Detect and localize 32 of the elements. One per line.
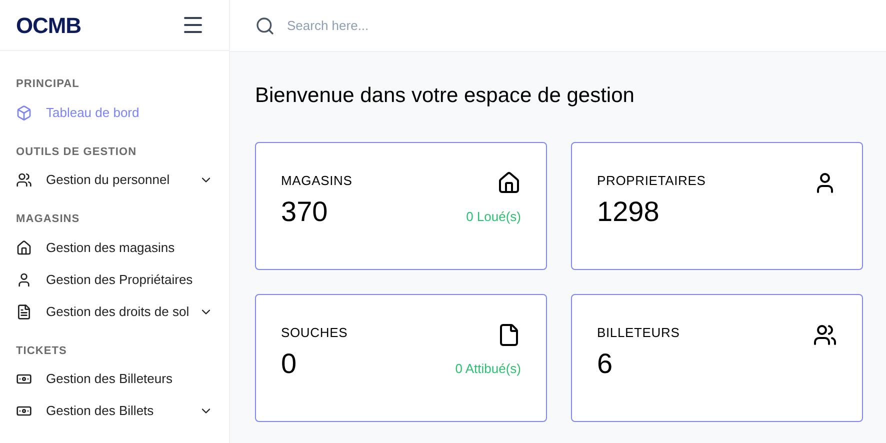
people-icon bbox=[16, 172, 32, 188]
sidebar-item[interactable]: Gestion des Billets bbox=[16, 395, 213, 427]
logo: OCMB bbox=[16, 12, 82, 40]
file-icon bbox=[497, 322, 521, 346]
house-icon bbox=[497, 170, 521, 194]
person-icon bbox=[16, 272, 32, 288]
sidebar-item[interactable]: Gestion du personnel bbox=[16, 164, 213, 196]
section-title: MAGASINS bbox=[16, 212, 81, 227]
document-icon bbox=[16, 304, 32, 320]
card-title: PROPRIETAIRES bbox=[597, 172, 706, 190]
sidebar-item[interactable]: Gestion des Billeteurs bbox=[16, 363, 213, 395]
search-field[interactable]: Search here... bbox=[287, 16, 861, 36]
section-title: OUTILS DE GESTION bbox=[16, 144, 138, 160]
card-title: SOUCHES bbox=[281, 324, 348, 342]
cube-icon bbox=[16, 104, 32, 120]
card-note: 0 Attibué(s) bbox=[455, 360, 521, 378]
card-value: 0 bbox=[281, 346, 297, 380]
section-title: PRINCIPAL bbox=[16, 77, 80, 92]
card-value: 370 bbox=[281, 194, 328, 228]
house-icon bbox=[16, 240, 32, 256]
sidebar-item[interactable]: Gestion des droits de sol bbox=[16, 296, 213, 328]
section-title: TICKETS bbox=[16, 344, 68, 358]
card-value: 1298 bbox=[597, 194, 660, 228]
card-title: MAGASINS bbox=[281, 172, 352, 190]
sidebar-item[interactable]: Gestion des Propriétaires bbox=[16, 264, 213, 296]
page-heading: Bienvenue dans votre espace de gestion bbox=[255, 83, 636, 109]
card-note: 0 Loué(s) bbox=[466, 208, 521, 226]
sidebar-item[interactable]: Gestion des magasins bbox=[16, 232, 213, 264]
card-value: 6 bbox=[597, 346, 613, 380]
people-icon bbox=[813, 322, 837, 346]
card-title: BILLETEURS bbox=[597, 324, 680, 342]
search-icon bbox=[255, 16, 275, 36]
